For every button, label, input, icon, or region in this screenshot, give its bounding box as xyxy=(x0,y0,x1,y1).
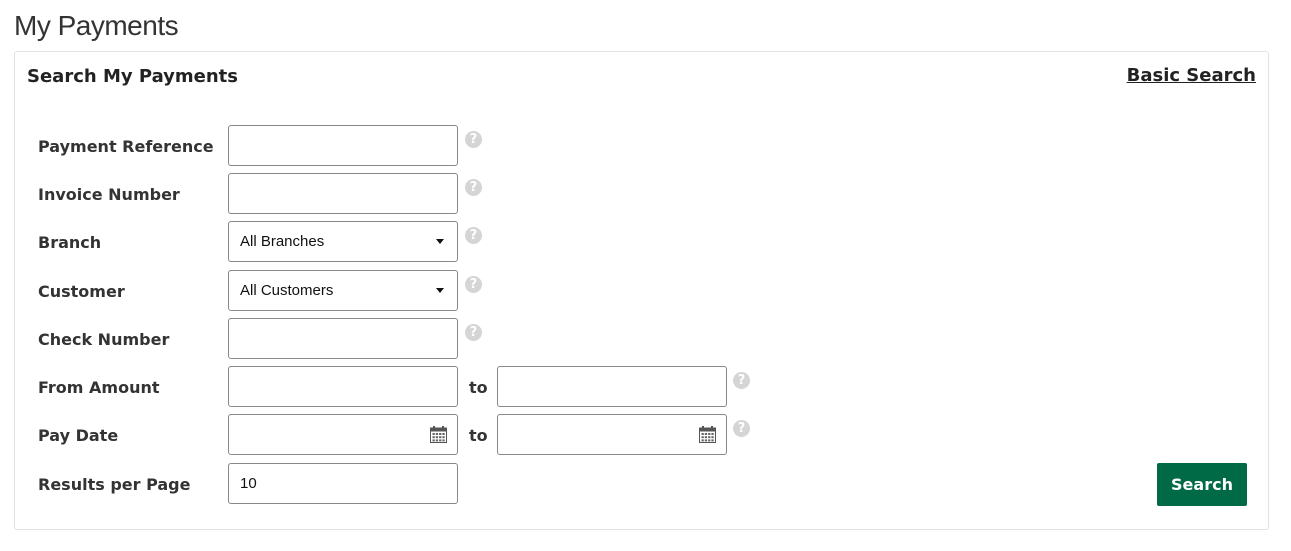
invoice-number-row: Invoice Number ? xyxy=(15,173,1268,215)
customer-label: Customer xyxy=(38,282,125,301)
amount-to-label: to xyxy=(469,378,488,397)
results-per-page-label: Results per Page xyxy=(38,475,191,494)
results-per-page-row: Results per Page xyxy=(15,463,1268,505)
branch-help-icon[interactable]: ? xyxy=(465,227,482,244)
results-per-page-input[interactable] xyxy=(228,463,458,504)
from-amount-input[interactable] xyxy=(228,366,458,407)
pay-date-to-input[interactable] xyxy=(497,414,727,455)
payment-reference-help-icon[interactable]: ? xyxy=(465,131,482,148)
check-number-input[interactable] xyxy=(228,318,458,359)
invoice-number-input[interactable] xyxy=(228,173,458,214)
payment-reference-label: Payment Reference xyxy=(38,137,214,156)
basic-search-link[interactable]: Basic Search xyxy=(1127,65,1256,86)
date-to-label: to xyxy=(469,426,488,445)
check-number-help-icon[interactable]: ? xyxy=(465,324,482,341)
branch-selected-value: All Branches xyxy=(240,233,325,250)
pay-date-from-input[interactable] xyxy=(228,414,458,455)
payment-reference-input[interactable] xyxy=(228,125,458,166)
search-panel: Search My Payments Basic Search Payment … xyxy=(14,51,1269,530)
customer-row: Customer All Customers ? xyxy=(15,270,1268,312)
payment-reference-row: Payment Reference ? xyxy=(15,125,1268,167)
branch-select[interactable]: All Branches xyxy=(228,221,458,262)
panel-title: Search My Payments xyxy=(27,66,238,87)
pay-date-row: Pay Date to ? xyxy=(15,414,1268,456)
amount-help-icon[interactable]: ? xyxy=(733,372,750,389)
calendar-icon[interactable] xyxy=(430,426,447,443)
branch-label: Branch xyxy=(38,233,102,252)
chevron-down-icon xyxy=(436,288,444,293)
check-number-row: Check Number ? xyxy=(15,318,1268,360)
calendar-icon[interactable] xyxy=(699,426,716,443)
check-number-label: Check Number xyxy=(38,330,170,349)
invoice-number-help-icon[interactable]: ? xyxy=(465,179,482,196)
customer-selected-value: All Customers xyxy=(240,282,334,299)
branch-row: Branch All Branches ? xyxy=(15,221,1268,263)
chevron-down-icon xyxy=(436,239,444,244)
to-amount-input[interactable] xyxy=(497,366,727,407)
customer-help-icon[interactable]: ? xyxy=(465,276,482,293)
page-title: My Payments xyxy=(14,10,179,41)
customer-select[interactable]: All Customers xyxy=(228,270,458,311)
from-amount-label: From Amount xyxy=(38,378,160,397)
from-amount-row: From Amount to ? xyxy=(15,366,1268,408)
invoice-number-label: Invoice Number xyxy=(38,185,180,204)
search-button[interactable]: Search xyxy=(1157,463,1247,506)
pay-date-help-icon[interactable]: ? xyxy=(733,420,750,437)
pay-date-label: Pay Date xyxy=(38,426,119,445)
